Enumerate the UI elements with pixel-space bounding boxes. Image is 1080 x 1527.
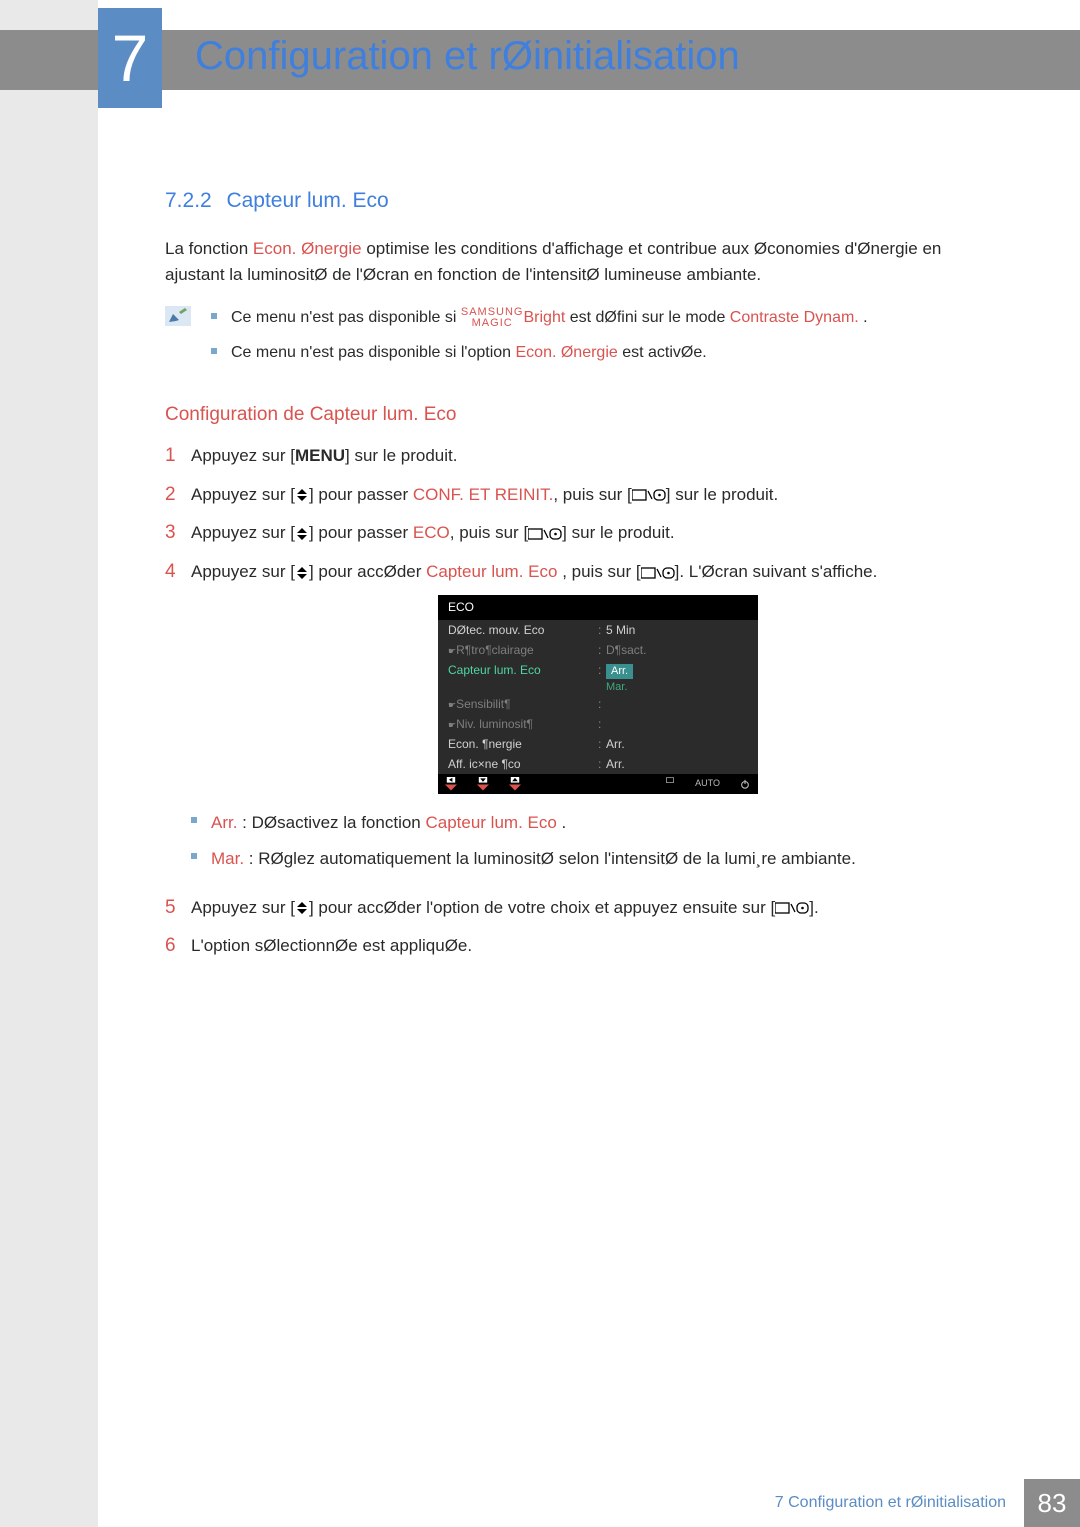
step-number: 6	[165, 933, 185, 960]
up-down-icon	[295, 528, 309, 540]
note1-text: Ce menu n'est pas disponible si SAMSUNGM…	[231, 306, 868, 331]
osd-left-icon	[444, 777, 458, 791]
osd-power-icon	[738, 777, 752, 791]
rect-enter-icon	[528, 527, 562, 541]
step-body: Appuyez sur [] pour accØder l'option de …	[191, 895, 1005, 921]
rect-enter-icon	[632, 488, 666, 502]
menu-key: MENU	[295, 446, 345, 465]
up-down-icon	[295, 489, 309, 501]
rect-enter-icon	[775, 901, 809, 915]
step-number: 1	[165, 443, 185, 470]
step-2: 2 Appuyez sur [] pour passer CONF. ET RE…	[165, 482, 1005, 509]
samsung-magic-mark: SAMSUNGMAGIC	[461, 307, 524, 329]
up-down-icon	[295, 902, 309, 914]
chapter-number-tab: 7	[98, 8, 162, 108]
section-heading: 7.2.2 Capteur lum. Eco	[165, 185, 1005, 218]
note-block: Ce menu n'est pas disponible si SAMSUNGM…	[165, 306, 1005, 376]
intro-paragraph: La fonction Econ. Ønergie optimise les c…	[165, 236, 1005, 289]
osd-row: ☛Sensibilit¶:	[438, 694, 758, 714]
step-number: 2	[165, 482, 185, 509]
osd-row: Econ. ¶nergie:Arr.	[438, 734, 758, 754]
option-mar: Mar. : RØglez automatiquement la luminos…	[191, 846, 1005, 872]
osd-auto-label: AUTO	[695, 777, 720, 791]
note-icon	[165, 306, 191, 326]
bullet-icon	[211, 313, 217, 319]
step-body: Appuyez sur [] pour passer ECO, puis sur…	[191, 520, 1005, 546]
step-body: Appuyez sur [] pour passer CONF. ET REIN…	[191, 482, 1005, 508]
step-4: 4 Appuyez sur [] pour accØder Capteur lu…	[165, 559, 1005, 883]
osd-footer: AUTO	[438, 774, 758, 794]
bullet-icon	[211, 348, 217, 354]
osd-row-option: Mar.	[438, 680, 758, 694]
note-line-2: Ce menu n'est pas disponible si l'option…	[211, 341, 868, 366]
step-number: 3	[165, 520, 185, 547]
page-footer: 7 Configuration et rØinitialisation 83	[0, 1479, 1080, 1527]
step-6: 6 L'option sØlectionnØe est appliquØe.	[165, 933, 1005, 960]
step-3: 3 Appuyez sur [] pour passer ECO, puis s…	[165, 520, 1005, 547]
step-number: 5	[165, 895, 185, 922]
osd-row: Aff. ic×ne ¶co:Arr.	[438, 754, 758, 774]
intro-emphasis: Econ. Ønergie	[253, 239, 362, 258]
osd-row: ☛Niv. luminosit¶:	[438, 714, 758, 734]
osd-row: DØtec. mouv. Eco:5 Min	[438, 620, 758, 640]
osd-source-icon	[663, 777, 677, 791]
osd-title: ECO	[438, 595, 758, 620]
chapter-title: Configuration et rØinitialisation	[195, 34, 740, 79]
note-line-1: Ce menu n'est pas disponible si SAMSUNGM…	[211, 306, 868, 331]
step-number: 4	[165, 559, 185, 586]
osd-row-active: Capteur lum. Eco:Arr.	[438, 660, 758, 680]
note2-text: Ce menu n'est pas disponible si l'option…	[231, 341, 707, 366]
section-title: Capteur lum. Eco	[226, 189, 388, 212]
step-body: Appuyez sur [] pour accØder Capteur lum.…	[191, 559, 1005, 883]
section-number: 7.2.2	[165, 189, 212, 212]
content-area: 7.2.2 Capteur lum. Eco La fonction Econ.…	[165, 185, 1005, 972]
bullet-icon	[191, 817, 197, 823]
page-number: 83	[1024, 1479, 1080, 1527]
left-margin-stripe	[0, 0, 98, 1527]
up-down-icon	[295, 567, 309, 579]
step4-em: Capteur lum. Eco	[426, 562, 557, 581]
step-1: 1 Appuyez sur [MENU] sur le produit.	[165, 443, 1005, 470]
osd-screenshot: ECO DØtec. mouv. Eco:5 Min ☛R¶tro¶claira…	[438, 595, 758, 794]
steps-list: 1 Appuyez sur [MENU] sur le produit. 2 A…	[165, 443, 1005, 960]
option-arr: Arr. : DØsactivez la fonction Capteur lu…	[191, 810, 1005, 836]
osd-up-icon	[508, 777, 522, 791]
option-bullets: Arr. : DØsactivez la fonction Capteur lu…	[191, 810, 1005, 873]
step-body: Appuyez sur [MENU] sur le produit.	[191, 443, 1005, 469]
osd-row: ☛R¶tro¶clairage:D¶sact.	[438, 640, 758, 660]
bullet-icon	[191, 853, 197, 859]
osd-selected-value: Arr.	[606, 664, 633, 679]
chapter-number: 7	[112, 20, 149, 96]
osd-down-icon	[476, 777, 490, 791]
step-body: L'option sØlectionnØe est appliquØe.	[191, 933, 1005, 959]
step3-em: ECO	[413, 523, 450, 542]
page: 7 Configuration et rØinitialisation 7.2.…	[0, 0, 1080, 1527]
sub-heading: Configuration de Capteur lum. Eco	[165, 400, 1005, 429]
step-5: 5 Appuyez sur [] pour accØder l'option d…	[165, 895, 1005, 922]
step2-em: CONF. ET REINIT.	[413, 485, 553, 504]
note-lines: Ce menu n'est pas disponible si SAMSUNGM…	[211, 306, 868, 376]
rect-enter-icon	[641, 566, 675, 580]
footer-text: 7 Configuration et rØinitialisation	[775, 1479, 1024, 1527]
intro-pre: La fonction	[165, 239, 253, 258]
